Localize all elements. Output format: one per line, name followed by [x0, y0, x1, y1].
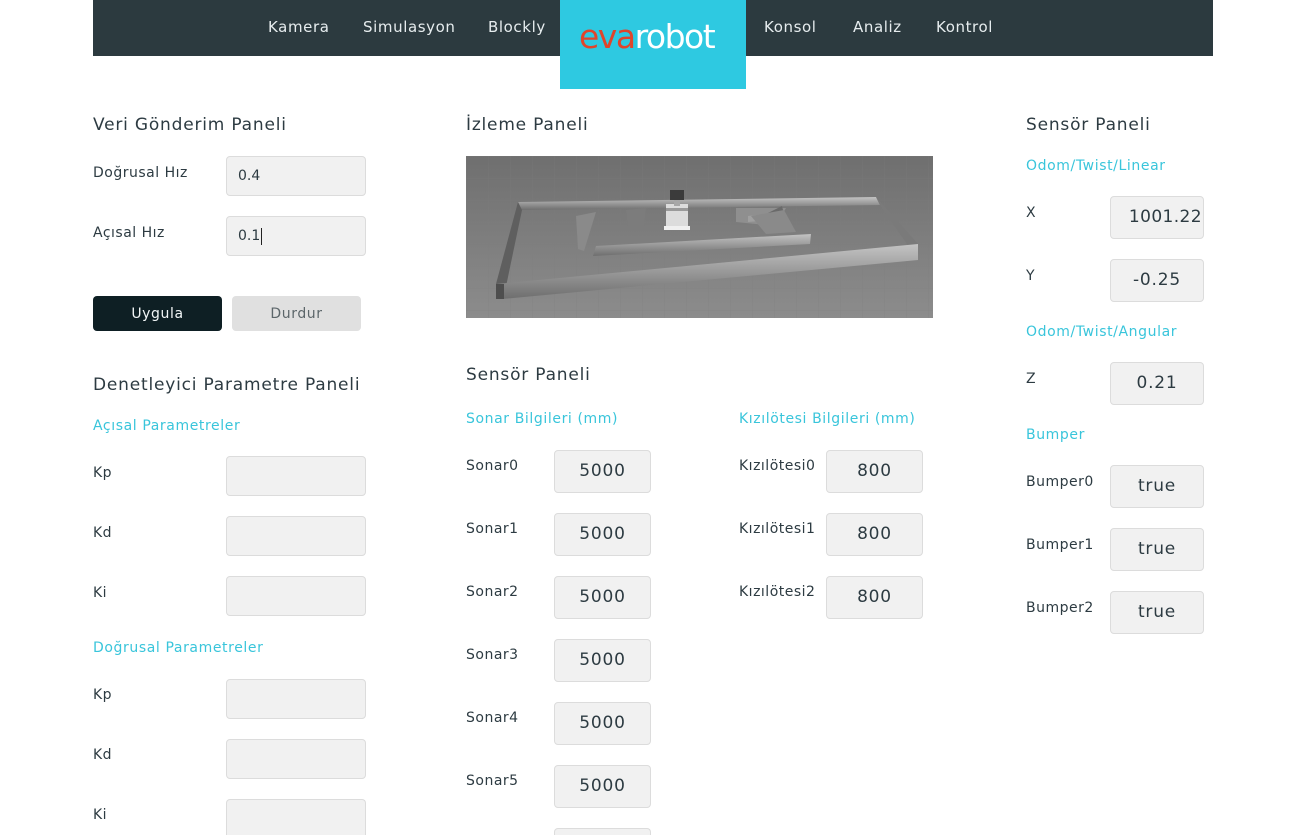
bumper2-value[interactable]: true [1110, 591, 1204, 634]
bumper1-label: Bumper1 [1026, 537, 1094, 553]
odom-linear-heading: Odom/Twist/Linear [1026, 158, 1166, 174]
linear-kp-label: Kp [93, 687, 113, 703]
sonar1-label: Sonar1 [466, 521, 519, 537]
sonar3-label: Sonar3 [466, 647, 519, 663]
linear-kd-input[interactable] [226, 739, 366, 779]
stop-button[interactable]: Durdur [232, 296, 361, 331]
sonar4-label: Sonar4 [466, 710, 519, 726]
ir2-value[interactable]: 800 [826, 576, 923, 619]
odom-x-label: X [1026, 205, 1037, 221]
angular-kp-input[interactable] [226, 456, 366, 496]
linear-speed-label: Doğrusal Hız [93, 165, 188, 181]
linear-speed-input[interactable]: 0.4 [226, 156, 366, 196]
angular-kp-label: Kp [93, 465, 113, 481]
angular-speed-input[interactable]: 0.1 [226, 216, 366, 256]
linear-kp-input[interactable] [226, 679, 366, 719]
ir-heading: Kızılötesi Bilgileri (mm) [739, 411, 916, 427]
sonar0-label: Sonar0 [466, 458, 519, 474]
odom-y-value[interactable]: -0.25 [1110, 259, 1204, 302]
ir1-value[interactable]: 800 [826, 513, 923, 556]
apply-button[interactable]: Uygula [93, 296, 222, 331]
odom-y-label: Y [1026, 268, 1036, 284]
sonar3-value[interactable]: 5000 [554, 639, 651, 682]
bumper0-value[interactable]: true [1110, 465, 1204, 508]
linear-kd-label: Kd [93, 747, 113, 763]
nav-kamera[interactable]: Kamera [268, 18, 330, 36]
angular-params-heading: Açısal Parametreler [93, 418, 241, 434]
odom-z-label: Z [1026, 371, 1037, 387]
nav-simulasyon[interactable]: Simulasyon [363, 18, 456, 36]
ir1-label: Kızılötesi1 [739, 521, 816, 537]
logo-wordmark: evarobot [579, 17, 716, 56]
nav-kontrol[interactable]: Kontrol [936, 18, 993, 36]
angular-kd-input[interactable] [226, 516, 366, 556]
ir0-value[interactable]: 800 [826, 450, 923, 493]
sonar0-value[interactable]: 5000 [554, 450, 651, 493]
simulation-view[interactable] [466, 156, 933, 318]
nav-blockly[interactable]: Blockly [488, 18, 546, 36]
sonar5-label: Sonar5 [466, 773, 519, 789]
angular-kd-label: Kd [93, 525, 113, 541]
monitor-panel-title: İzleme Paneli [466, 115, 589, 135]
sonar-heading: Sonar Bilgileri (mm) [466, 411, 619, 427]
sonar4-value[interactable]: 5000 [554, 702, 651, 745]
linear-ki-label: Ki [93, 807, 108, 823]
ir2-label: Kızılötesi2 [739, 584, 816, 600]
sonar2-label: Sonar2 [466, 584, 519, 600]
bumper1-value[interactable]: true [1110, 528, 1204, 571]
odom-x-value[interactable]: 1001.22 [1110, 196, 1204, 239]
odom-angular-heading: Odom/Twist/Angular [1026, 324, 1178, 340]
angular-ki-input[interactable] [226, 576, 366, 616]
evarobot-logo[interactable]: evarobot [560, 0, 746, 89]
odom-z-value[interactable]: 0.21 [1110, 362, 1204, 405]
text-caret [261, 227, 263, 245]
nav-analiz[interactable]: Analiz [853, 18, 902, 36]
sonar1-value[interactable]: 5000 [554, 513, 651, 556]
right-sensor-panel-title: Sensör Paneli [1026, 115, 1151, 135]
bumper0-label: Bumper0 [1026, 474, 1094, 490]
nav-konsol[interactable]: Konsol [764, 18, 817, 36]
middle-sensor-panel-title: Sensör Paneli [466, 365, 591, 385]
bumper-heading: Bumper [1026, 427, 1085, 443]
bumper2-label: Bumper2 [1026, 600, 1094, 616]
controller-panel-title: Denetleyici Parametre Paneli [93, 375, 361, 395]
send-panel-title: Veri Gönderim Paneli [93, 115, 287, 135]
sonar6-value-partial[interactable] [554, 828, 651, 835]
ir0-label: Kızılötesi0 [739, 458, 816, 474]
linear-ki-input[interactable] [226, 799, 366, 835]
linear-params-heading: Doğrusal Parametreler [93, 640, 264, 656]
simulation-render [466, 156, 933, 318]
angular-ki-label: Ki [93, 585, 108, 601]
angular-speed-label: Açısal Hız [93, 225, 165, 241]
sonar5-value[interactable]: 5000 [554, 765, 651, 808]
sonar2-value[interactable]: 5000 [554, 576, 651, 619]
